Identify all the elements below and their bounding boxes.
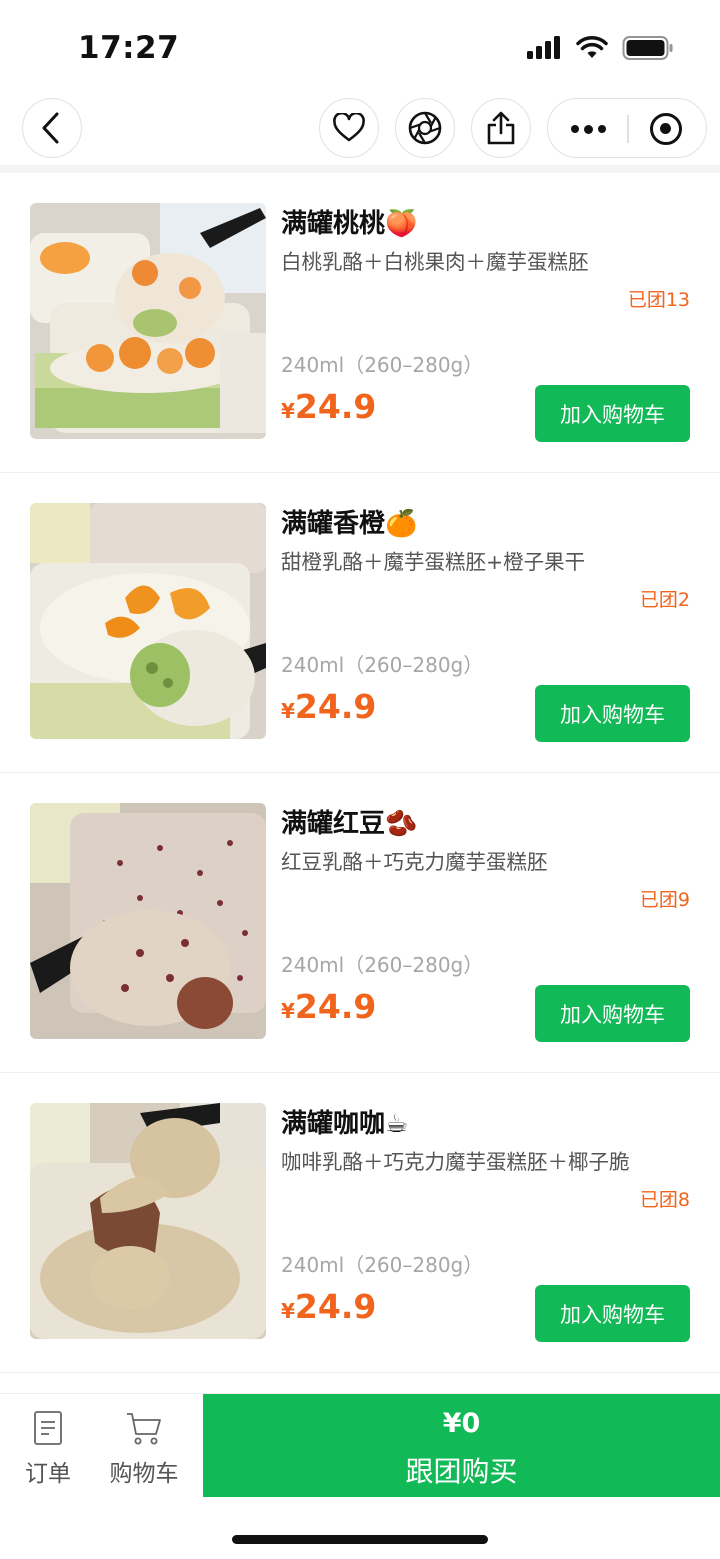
status-icons [526, 34, 674, 62]
back-button[interactable] [22, 98, 82, 158]
cart-label: 购物车 [109, 1461, 179, 1487]
share-moments-button[interactable] [395, 98, 455, 158]
price-currency: ¥ [281, 399, 295, 423]
price-value: 24.9 [294, 987, 377, 1026]
price-value: 24.9 [294, 387, 377, 426]
sold-count: 已团8 [639, 1189, 690, 1211]
nav-divider [0, 165, 720, 173]
product-price: ¥24.9 [281, 687, 376, 726]
product-spec: 240ml（260–280g） [281, 1253, 484, 1277]
product-item[interactable]: 满罐咖咖☕ 咖啡乳酪＋巧克力魔芋蛋糕胚＋椰子脆 已团8 240ml（260–28… [0, 1073, 720, 1373]
product-image [30, 803, 266, 1039]
product-price: ¥24.9 [281, 387, 376, 426]
price-value: 24.9 [294, 1287, 377, 1326]
price-currency: ¥ [281, 999, 295, 1023]
mini-program-capsule [547, 98, 707, 158]
cart-icon [127, 1413, 161, 1445]
product-price: ¥24.9 [281, 1287, 376, 1326]
home-indicator [232, 1535, 488, 1544]
price-currency: ¥ [281, 1299, 295, 1323]
product-image [30, 1103, 266, 1339]
share-button[interactable] [471, 98, 531, 158]
product-item[interactable]: 满罐红豆🫘 红豆乳酪＋巧克力魔芋蛋糕胚 已团9 240ml（260–280g） … [0, 773, 720, 1073]
product-spec: 240ml（260–280g） [281, 653, 484, 677]
sold-count: 已团9 [639, 889, 690, 911]
product-name: 满罐香橙🍊 [281, 509, 418, 539]
price-currency: ¥ [281, 699, 295, 723]
product-description: 白桃乳酪＋白桃果肉＋魔芋蛋糕胚 [281, 250, 589, 274]
share-icon [487, 111, 515, 145]
target-icon[interactable] [650, 113, 682, 145]
add-to-cart-button[interactable]: 加入购物车 [535, 385, 690, 442]
cart-tab[interactable]: 购物车 [96, 1394, 192, 1498]
orders-label: 订单 [25, 1461, 71, 1487]
wifi-icon [576, 36, 608, 58]
group-buy-label: 跟团购买 [405, 1455, 518, 1488]
product-description: 甜橙乳酪＋魔芋蛋糕胚+橙子果干 [281, 550, 586, 574]
sold-count: 已团2 [639, 589, 690, 611]
product-name: 满罐红豆🫘 [281, 809, 418, 839]
add-to-cart-button[interactable]: 加入购物车 [535, 1285, 690, 1342]
favorite-button[interactable] [319, 98, 379, 158]
capsule-divider [627, 115, 629, 143]
total-amount: ¥0 [442, 1408, 481, 1439]
sold-count: 已团13 [627, 289, 690, 311]
order-list-icon [34, 1411, 62, 1445]
status-bar: 17:27 [0, 0, 720, 92]
product-description: 咖啡乳酪＋巧克力魔芋蛋糕胚＋椰子脆 [281, 1150, 630, 1174]
product-name: 满罐咖咖☕ [281, 1109, 409, 1139]
battery-icon [622, 36, 673, 60]
product-spec: 240ml（260–280g） [281, 953, 484, 977]
chevron-left-icon [42, 112, 59, 144]
aperture-icon [408, 111, 442, 145]
bottom-bar: 订单 购物车 ¥0 跟团购买 [0, 1393, 720, 1497]
product-name: 满罐桃桃🍑 [281, 209, 418, 239]
product-spec: 240ml（260–280g） [281, 353, 484, 377]
price-value: 24.9 [294, 687, 377, 726]
orders-tab[interactable]: 订单 [0, 1394, 96, 1498]
more-dots-icon[interactable] [568, 117, 608, 141]
signal-icon [527, 36, 560, 59]
add-to-cart-button[interactable]: 加入购物车 [535, 685, 690, 742]
heart-icon [333, 113, 365, 142]
group-buy-button[interactable]: ¥0 跟团购买 [203, 1394, 720, 1497]
product-description: 红豆乳酪＋巧克力魔芋蛋糕胚 [281, 850, 548, 874]
product-image [30, 203, 266, 439]
product-item[interactable]: 满罐桃桃🍑 白桃乳酪＋白桃果肉＋魔芋蛋糕胚 已团13 240ml（260–280… [0, 173, 720, 473]
add-to-cart-button[interactable]: 加入购物车 [535, 985, 690, 1042]
product-item[interactable]: 满罐香橙🍊 甜橙乳酪＋魔芋蛋糕胚+橙子果干 已团2 240ml（260–280g… [0, 473, 720, 773]
product-price: ¥24.9 [281, 987, 376, 1026]
product-image [30, 503, 266, 739]
status-time: 17:27 [78, 30, 180, 66]
nav-bar [0, 92, 720, 164]
